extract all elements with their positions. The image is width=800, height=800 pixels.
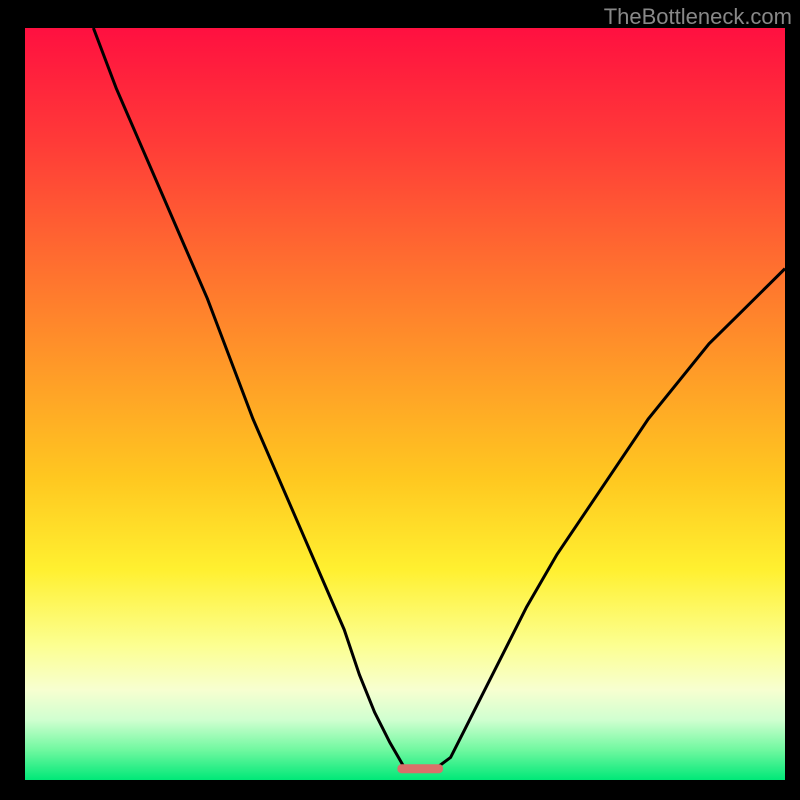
plot-area — [25, 28, 785, 780]
attribution-text: TheBottleneck.com — [604, 4, 792, 30]
chart-container: TheBottleneck.com — [0, 0, 800, 800]
optimum-marker — [397, 764, 443, 773]
chart-svg — [25, 28, 785, 780]
